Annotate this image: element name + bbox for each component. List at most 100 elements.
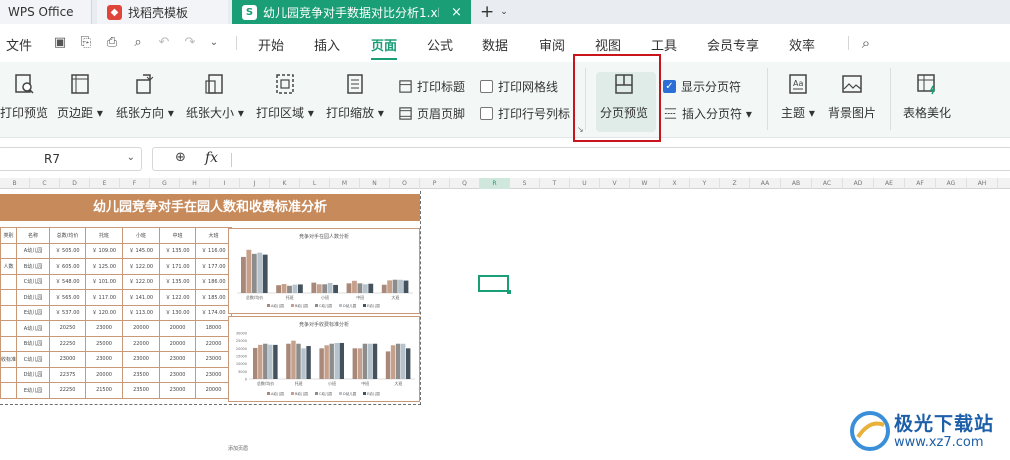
table-cell[interactable]: 22375 (49, 366, 87, 383)
table-cell[interactable]: ￥ 130.00 (159, 304, 197, 321)
table-row[interactable]: D幼儿园 ￥ 565.00 ￥ 117.00 ￥ 141.00 ￥ 122.00 ￥ 18… (0, 289, 233, 306)
table-cell[interactable]: 20000 (122, 320, 161, 337)
table-cell[interactable] (0, 304, 18, 321)
table-cell[interactable]: ￥ 174.00 (195, 304, 233, 321)
table-row[interactable]: B幼儿园 22250 25000 22000 20000 22000 (0, 335, 233, 352)
table-cell[interactable]: ￥ 186.00 (195, 273, 233, 290)
selected-cell[interactable] (478, 275, 511, 294)
table-cell[interactable]: 20000 (195, 382, 233, 399)
table-cell[interactable]: 中班 (159, 227, 197, 244)
table-cell[interactable]: 人数 (0, 258, 18, 275)
print-preview-icon[interactable]: ⌕ (130, 35, 146, 51)
column-header-R[interactable]: R (480, 178, 510, 189)
table-cell[interactable]: ￥ 505.00 (49, 242, 87, 259)
column-header-AA[interactable]: AA (750, 178, 781, 189)
tab-wps-office[interactable]: WPS Office (0, 0, 92, 24)
table-cell[interactable]: ￥ 122.00 (159, 289, 197, 306)
close-icon[interactable]: × (451, 5, 462, 20)
table-cell[interactable] (0, 335, 18, 352)
table-cell[interactable]: 23500 (122, 366, 161, 383)
table-row[interactable]: 收标准 C幼儿园 23000 23000 23000 23000 23000 (0, 351, 233, 368)
menu-insert[interactable]: 插入 (314, 35, 340, 54)
orientation-button[interactable]: 纸张方向 ▾ (116, 72, 174, 128)
table-cell[interactable]: 托班 (85, 227, 124, 244)
table-cell[interactable]: ￥ 605.00 (49, 258, 87, 275)
table-cell[interactable]: 21500 (85, 382, 124, 399)
table-cell[interactable]: 23500 (122, 382, 161, 399)
column-header-Q[interactable]: Q (450, 178, 480, 189)
table-cell[interactable]: 23000 (195, 351, 233, 368)
column-header-AH[interactable]: AH (967, 178, 998, 189)
column-header-U[interactable]: U (570, 178, 600, 189)
table-cell[interactable]: 名称 (16, 227, 51, 244)
zoom-icon[interactable]: ⊕ (175, 150, 186, 165)
print-scale-button[interactable]: 打印缩放 ▾ (326, 72, 384, 128)
table-cell[interactable]: ￥ 125.00 (85, 258, 124, 275)
menu-page[interactable]: 页面 (371, 35, 398, 60)
name-box[interactable]: R7 ⌄ (0, 147, 142, 171)
table-cell[interactable]: 23000 (85, 351, 124, 368)
print-preview-button[interactable]: 打印预览 (0, 72, 48, 128)
table-cell[interactable]: E幼儿园 (16, 382, 51, 399)
table-cell[interactable]: ￥ 145.00 (122, 242, 161, 259)
table-cell[interactable]: C幼儿园 (16, 273, 51, 290)
column-header-Y[interactable]: Y (690, 178, 720, 189)
menu-efficiency[interactable]: 效率 (789, 35, 815, 54)
table-beautify-button[interactable]: 表格美化 (903, 72, 951, 128)
table-cell[interactable] (0, 320, 18, 337)
menu-file[interactable]: 文件 (6, 35, 32, 54)
search-icon[interactable]: ⌕ (858, 35, 874, 51)
checkbox-unchecked[interactable] (480, 107, 493, 120)
column-header-L[interactable]: L (300, 178, 330, 189)
table-cell[interactable]: 23000 (159, 366, 197, 383)
table-row[interactable]: A幼儿园 ￥ 505.00 ￥ 109.00 ￥ 145.00 ￥ 135.00 ￥ 11… (0, 242, 233, 259)
column-header-D[interactable]: D (60, 178, 90, 189)
table-row[interactable]: C幼儿园 ￥ 548.00 ￥ 101.00 ￥ 122.00 ￥ 135.00 ￥ 18… (0, 273, 233, 290)
table-cell[interactable]: D幼儿园 (16, 366, 51, 383)
theme-button[interactable]: Aa 主题 ▾ (781, 72, 815, 128)
table-cell[interactable]: 22000 (195, 335, 233, 352)
undo-icon[interactable]: ↶ (156, 35, 172, 51)
save-icon[interactable]: ▣ (52, 35, 68, 51)
redo-icon[interactable]: ↷ (182, 35, 198, 51)
table-cell[interactable]: 小班 (122, 227, 161, 244)
table-cell[interactable]: 23000 (195, 366, 233, 383)
column-header-T[interactable]: T (540, 178, 570, 189)
column-header-W[interactable]: W (630, 178, 660, 189)
table-cell[interactable]: 25000 (85, 335, 124, 352)
print-rowcol-checkbox[interactable]: 打印行号列标 (480, 105, 570, 122)
insert-page-break-button[interactable]: 插入分页符 ▾ (663, 105, 752, 122)
column-header-P[interactable]: P (420, 178, 450, 189)
table-cell[interactable]: 23000 (49, 351, 87, 368)
table-cell[interactable] (0, 273, 18, 290)
column-header-I[interactable]: I (210, 178, 240, 189)
column-header-AF[interactable]: AF (905, 178, 936, 189)
table-cell[interactable]: A幼儿园 (16, 320, 51, 337)
table-cell[interactable]: A幼儿园 (16, 242, 51, 259)
column-header-Z[interactable]: Z (720, 178, 750, 189)
column-header-G[interactable]: G (150, 178, 180, 189)
column-header-J[interactable]: J (240, 178, 270, 189)
column-header-S[interactable]: S (510, 178, 540, 189)
paper-size-button[interactable]: 纸张大小 ▾ (186, 72, 244, 128)
table-cell[interactable]: ￥ 185.00 (195, 289, 233, 306)
table-cell[interactable] (0, 382, 18, 399)
function-icon[interactable]: fx (205, 150, 218, 166)
table-header-row[interactable]: 类别 名称 总数/均价 托班 小班 中班 大班 (0, 227, 233, 244)
menu-data[interactable]: 数据 (482, 35, 508, 54)
table-cell[interactable]: ￥ 113.00 (122, 304, 161, 321)
table-cell[interactable]: ￥ 101.00 (85, 273, 124, 290)
table-cell[interactable]: ￥ 122.00 (122, 273, 161, 290)
chevron-down-icon[interactable]: ⌄ (127, 152, 135, 163)
menu-view[interactable]: 视图 (595, 35, 621, 54)
print-title-button[interactable]: 打印标题 (398, 78, 465, 95)
column-header-AG[interactable]: AG (936, 178, 967, 189)
table-cell[interactable]: 23000 (159, 382, 197, 399)
table-cell[interactable]: 22250 (49, 382, 87, 399)
table-cell[interactable]: ￥ 135.00 (159, 273, 197, 290)
table-cell[interactable] (0, 289, 18, 306)
print-icon[interactable]: ⎙ (104, 35, 120, 51)
export-icon[interactable]: ⎘ (78, 35, 94, 51)
column-header-N[interactable]: N (360, 178, 390, 189)
table-cell[interactable]: 20000 (159, 320, 197, 337)
